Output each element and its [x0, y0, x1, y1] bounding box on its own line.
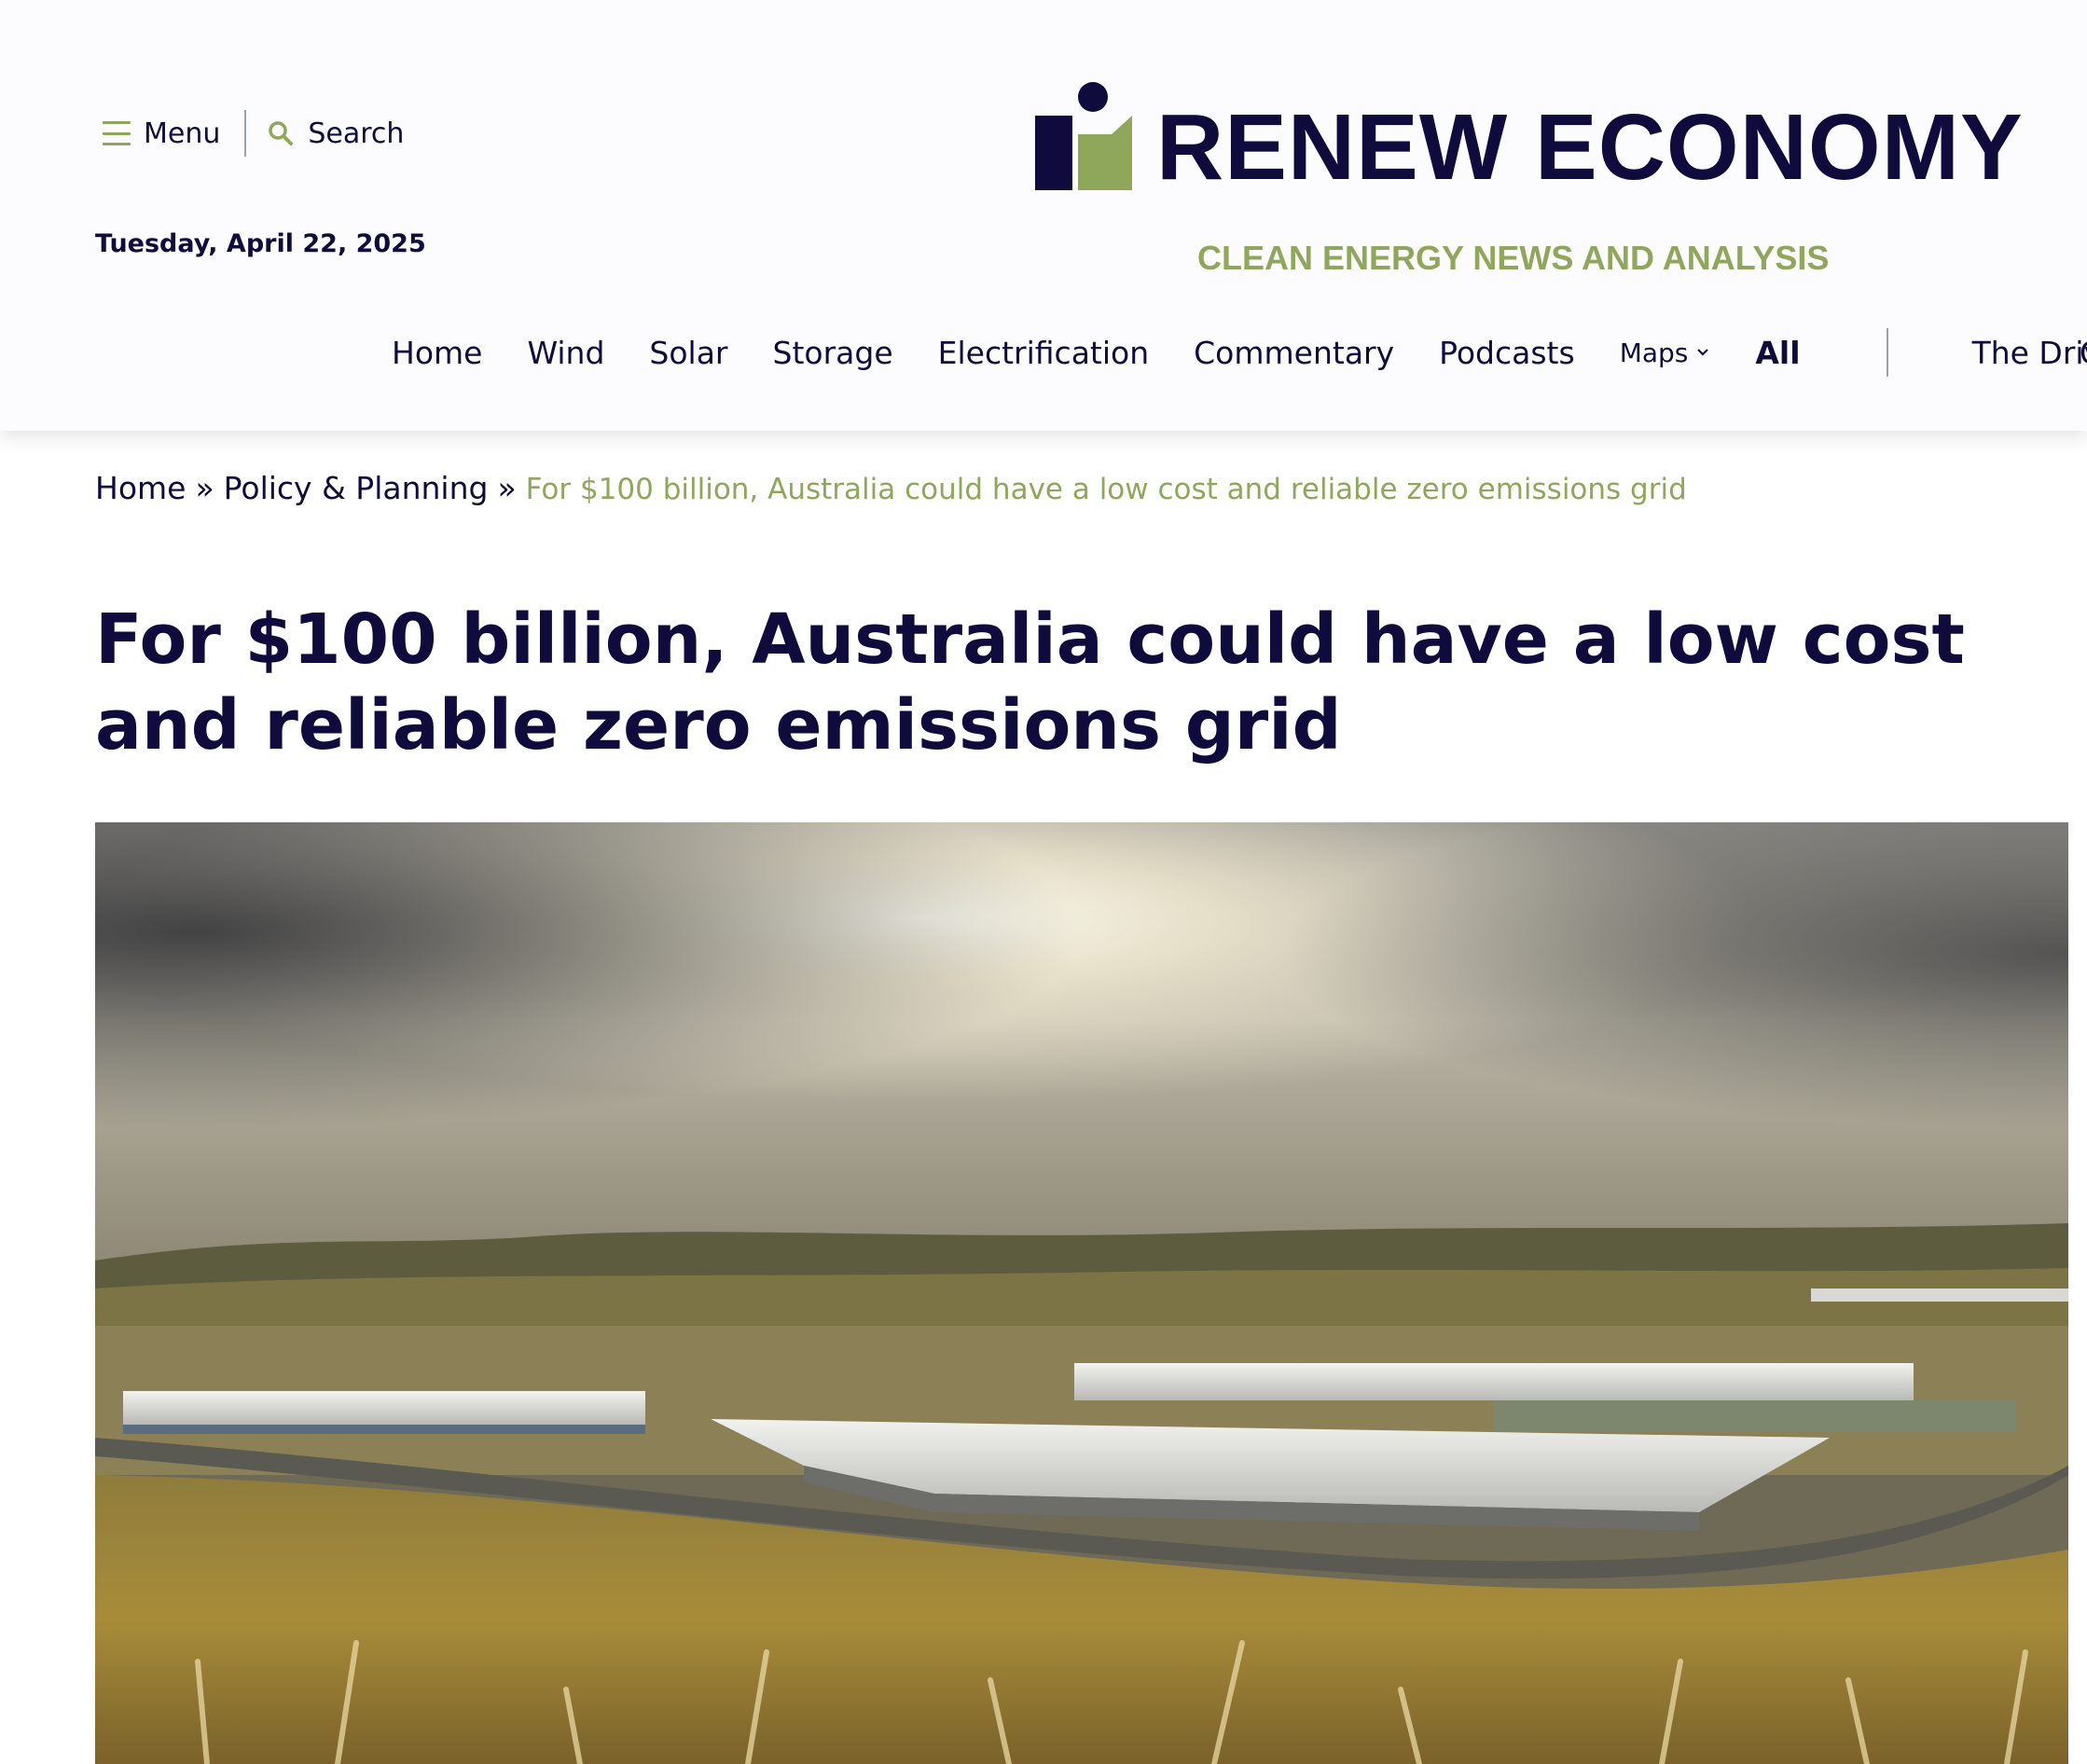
search-icon	[269, 121, 294, 145]
nav-divider	[1886, 328, 1888, 377]
logo-text: RENEW ECONOMY	[1156, 95, 2024, 200]
utility-bar: Menu Search	[103, 110, 404, 157]
breadcrumb-policy-planning[interactable]: Policy & Planning	[224, 470, 489, 506]
nav-item-maps[interactable]: Maps	[1620, 338, 1711, 368]
breadcrumb: Home» Policy & Planning» For $100 billion,…	[95, 470, 1687, 506]
hero-image	[95, 822, 2068, 1764]
hamburger-icon	[103, 119, 131, 147]
breadcrumb-current: For $100 billion, Australia could have a…	[525, 473, 1687, 506]
chevron-down-icon	[1697, 349, 1709, 356]
menu-label: Menu	[144, 117, 221, 150]
site-tagline: CLEAN ENERGY NEWS AND ANALYSIS	[1197, 239, 1830, 277]
solar-farm-landscape-image	[95, 822, 2068, 1764]
nav-item-solar[interactable]: Solar	[649, 335, 727, 371]
nav-item-the-driven[interactable]: The Driven	[1972, 335, 2087, 371]
current-date: Tuesday, April 22, 2025	[95, 229, 426, 258]
nav-item-commentary[interactable]: Commentary	[1194, 335, 1394, 371]
site-header: Menu Search Tuesday, April 22, 2025 RENE…	[0, 0, 2087, 431]
nav-item-podcasts[interactable]: Podcasts	[1439, 335, 1575, 371]
nav-item-maps-label: Maps	[1619, 337, 1689, 368]
logo-mark-icon	[1035, 82, 1132, 190]
breadcrumb-separator: »	[195, 470, 214, 506]
nav-item-home[interactable]: Home	[392, 335, 482, 371]
utility-divider	[244, 110, 247, 157]
main-nav: Home Wind Solar Storage Electrification …	[392, 326, 2087, 379]
nav-item-overflow[interactable]: O	[2080, 326, 2087, 379]
nav-item-electrification[interactable]: Electrification	[938, 335, 1150, 371]
search-label: Search	[308, 117, 405, 150]
nav-item-wind[interactable]: Wind	[527, 335, 604, 371]
nav-item-storage[interactable]: Storage	[773, 335, 893, 371]
search-button[interactable]: Search	[267, 117, 404, 150]
nav-item-all[interactable]: All	[1755, 335, 1800, 371]
article-title: For $100 billion, Australia could have a…	[95, 599, 1965, 765]
menu-button[interactable]: Menu	[103, 117, 220, 150]
breadcrumb-home[interactable]: Home	[95, 470, 186, 506]
breadcrumb-separator: »	[497, 470, 517, 506]
site-logo[interactable]: RENEW ECONOMY	[1035, 82, 2023, 203]
